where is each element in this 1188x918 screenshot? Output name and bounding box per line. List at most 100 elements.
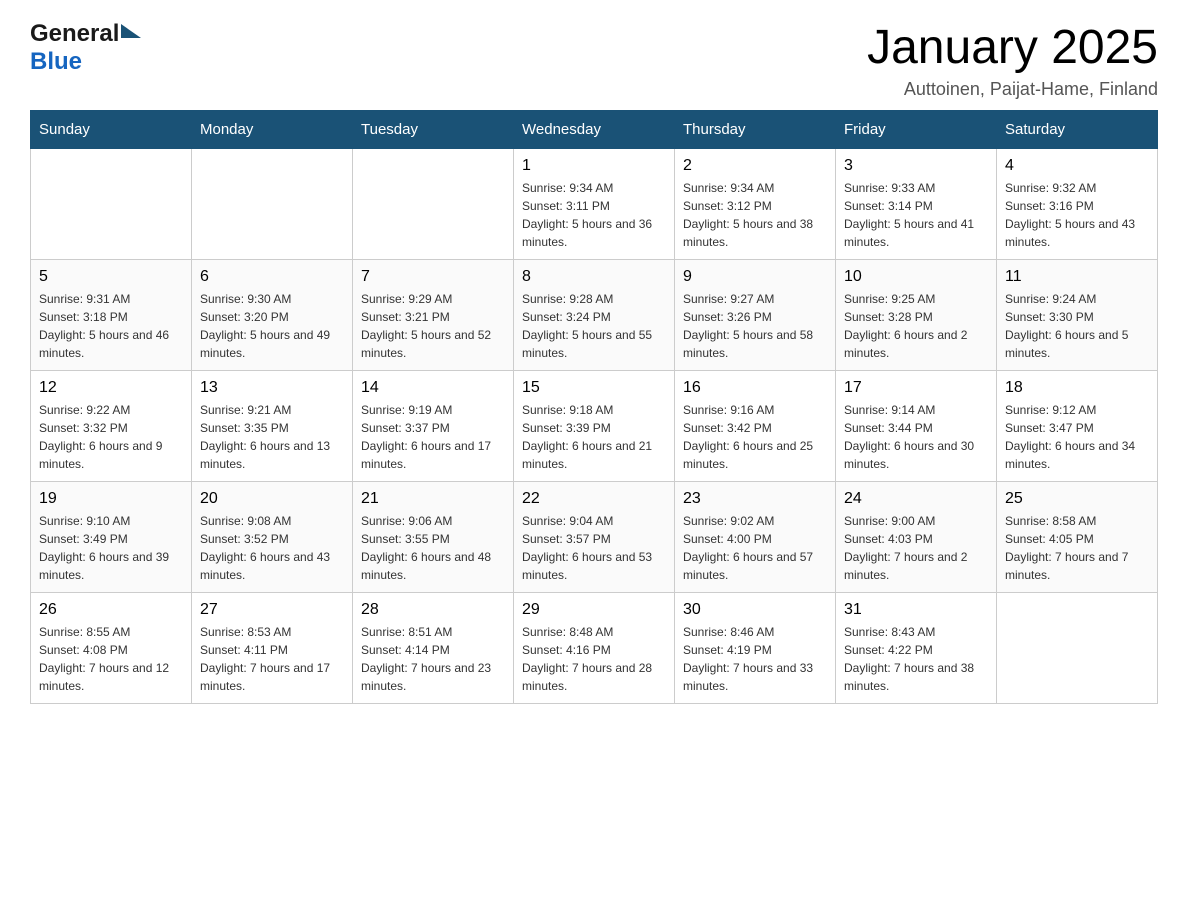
day-number: 28: [361, 601, 505, 619]
day-number: 2: [683, 157, 827, 175]
day-info: Sunrise: 8:53 AMSunset: 4:11 PMDaylight:…: [200, 623, 344, 695]
calendar-cell: 23 Sunrise: 9:02 AMSunset: 4:00 PMDayligh…: [675, 482, 836, 593]
calendar-subtitle: Auttoinen, Paijat-Hame, Finland: [867, 79, 1158, 100]
calendar-cell: 21 Sunrise: 9:06 AMSunset: 3:55 PMDayligh…: [353, 482, 514, 593]
calendar-week-row: 19 Sunrise: 9:10 AMSunset: 3:49 PMDayligh…: [31, 482, 1158, 593]
day-number: 24: [844, 490, 988, 508]
day-info: Sunrise: 9:34 AMSunset: 3:11 PMDaylight:…: [522, 179, 666, 251]
day-number: 9: [683, 268, 827, 286]
calendar-cell: 24 Sunrise: 9:00 AMSunset: 4:03 PMDayligh…: [836, 482, 997, 593]
logo-triangle-icon: [121, 24, 141, 38]
calendar-cell: 18 Sunrise: 9:12 AMSunset: 3:47 PMDayligh…: [997, 371, 1158, 482]
day-info: Sunrise: 9:31 AMSunset: 3:18 PMDaylight:…: [39, 290, 183, 362]
day-info: Sunrise: 9:06 AMSunset: 3:55 PMDaylight:…: [361, 512, 505, 584]
day-number: 5: [39, 268, 183, 286]
calendar-week-row: 1 Sunrise: 9:34 AMSunset: 3:11 PMDaylight…: [31, 149, 1158, 260]
day-info: Sunrise: 9:16 AMSunset: 3:42 PMDaylight:…: [683, 401, 827, 473]
header-monday: Monday: [192, 111, 353, 149]
calendar-cell: 12Sunrise: 9:22 AMSunset: 3:32 PMDayligh…: [31, 371, 192, 482]
day-info: Sunrise: 8:55 AMSunset: 4:08 PMDaylight:…: [39, 623, 183, 695]
day-info: Sunrise: 8:51 AMSunset: 4:14 PMDaylight:…: [361, 623, 505, 695]
day-number: 21: [361, 490, 505, 508]
calendar-week-row: 12Sunrise: 9:22 AMSunset: 3:32 PMDayligh…: [31, 371, 1158, 482]
day-number: 1: [522, 157, 666, 175]
day-number: 20: [200, 490, 344, 508]
day-number: 10: [844, 268, 988, 286]
day-info: Sunrise: 9:27 AMSunset: 3:26 PMDaylight:…: [683, 290, 827, 362]
logo-blue-text: Blue: [30, 48, 82, 76]
calendar-cell: [31, 149, 192, 260]
day-info: Sunrise: 9:34 AMSunset: 3:12 PMDaylight:…: [683, 179, 827, 251]
day-number: 12: [39, 379, 183, 397]
calendar-cell: 16 Sunrise: 9:16 AMSunset: 3:42 PMDayligh…: [675, 371, 836, 482]
calendar-cell: 20 Sunrise: 9:08 AMSunset: 3:52 PMDayligh…: [192, 482, 353, 593]
calendar-title: January 2025: [867, 20, 1158, 75]
day-number: 22: [522, 490, 666, 508]
day-number: 16: [683, 379, 827, 397]
header-tuesday: Tuesday: [353, 111, 514, 149]
day-number: 15: [522, 379, 666, 397]
day-number: 14: [361, 379, 505, 397]
day-number: 11: [1005, 268, 1149, 286]
day-number: 29: [522, 601, 666, 619]
day-number: 3: [844, 157, 988, 175]
page-header: General Blue January 2025 Auttoinen, Pai…: [30, 20, 1158, 100]
calendar-cell: 19 Sunrise: 9:10 AMSunset: 3:49 PMDayligh…: [31, 482, 192, 593]
day-info: Sunrise: 9:25 AMSunset: 3:28 PMDaylight:…: [844, 290, 988, 362]
day-number: 13: [200, 379, 344, 397]
calendar-week-row: 26 Sunrise: 8:55 AMSunset: 4:08 PMDayligh…: [31, 593, 1158, 704]
day-info: Sunrise: 9:19 AMSunset: 3:37 PMDaylight:…: [361, 401, 505, 473]
calendar-week-row: 5 Sunrise: 9:31 AMSunset: 3:18 PMDaylight…: [31, 260, 1158, 371]
day-info: Sunrise: 8:43 AMSunset: 4:22 PMDaylight:…: [844, 623, 988, 695]
calendar-cell: [353, 149, 514, 260]
day-info: Sunrise: 9:00 AMSunset: 4:03 PMDaylight:…: [844, 512, 988, 584]
calendar-cell: [997, 593, 1158, 704]
day-number: 30: [683, 601, 827, 619]
day-info: Sunrise: 9:21 AMSunset: 3:35 PMDaylight:…: [200, 401, 344, 473]
day-info: Sunrise: 9:08 AMSunset: 3:52 PMDaylight:…: [200, 512, 344, 584]
day-number: 7: [361, 268, 505, 286]
calendar-cell: 15Sunrise: 9:18 AMSunset: 3:39 PMDayligh…: [514, 371, 675, 482]
day-number: 23: [683, 490, 827, 508]
day-number: 4: [1005, 157, 1149, 175]
calendar-cell: 30Sunrise: 8:46 AMSunset: 4:19 PMDayligh…: [675, 593, 836, 704]
day-number: 6: [200, 268, 344, 286]
calendar-cell: 14 Sunrise: 9:19 AMSunset: 3:37 PMDayligh…: [353, 371, 514, 482]
calendar-cell: 22 Sunrise: 9:04 AMSunset: 3:57 PMDayligh…: [514, 482, 675, 593]
calendar-cell: 3 Sunrise: 9:33 AMSunset: 3:14 PMDaylight…: [836, 149, 997, 260]
day-info: Sunrise: 9:12 AMSunset: 3:47 PMDaylight:…: [1005, 401, 1149, 473]
calendar-cell: 8 Sunrise: 9:28 AMSunset: 3:24 PMDaylight…: [514, 260, 675, 371]
day-info: Sunrise: 9:04 AMSunset: 3:57 PMDaylight:…: [522, 512, 666, 584]
calendar-cell: 17Sunrise: 9:14 AMSunset: 3:44 PMDayligh…: [836, 371, 997, 482]
calendar-cell: 25Sunrise: 8:58 AMSunset: 4:05 PMDayligh…: [997, 482, 1158, 593]
day-number: 8: [522, 268, 666, 286]
day-number: 27: [200, 601, 344, 619]
header-sunday: Sunday: [31, 111, 192, 149]
day-info: Sunrise: 9:28 AMSunset: 3:24 PMDaylight:…: [522, 290, 666, 362]
day-number: 17: [844, 379, 988, 397]
header-saturday: Saturday: [997, 111, 1158, 149]
calendar-cell: 7Sunrise: 9:29 AMSunset: 3:21 PMDaylight…: [353, 260, 514, 371]
calendar-cell: 31Sunrise: 8:43 AMSunset: 4:22 PMDayligh…: [836, 593, 997, 704]
logo-general-text: General: [30, 20, 119, 48]
title-block: January 2025 Auttoinen, Paijat-Hame, Fin…: [867, 20, 1158, 100]
calendar-cell: 26 Sunrise: 8:55 AMSunset: 4:08 PMDayligh…: [31, 593, 192, 704]
day-number: 26: [39, 601, 183, 619]
calendar-cell: 2 Sunrise: 9:34 AMSunset: 3:12 PMDaylight…: [675, 149, 836, 260]
day-info: Sunrise: 9:33 AMSunset: 3:14 PMDaylight:…: [844, 179, 988, 251]
calendar-table: SundayMondayTuesdayWednesdayThursdayFrid…: [30, 110, 1158, 704]
header-wednesday: Wednesday: [514, 111, 675, 149]
day-info: Sunrise: 9:10 AMSunset: 3:49 PMDaylight:…: [39, 512, 183, 584]
day-info: Sunrise: 8:58 AMSunset: 4:05 PMDaylight:…: [1005, 512, 1149, 584]
calendar-cell: 29Sunrise: 8:48 AMSunset: 4:16 PMDayligh…: [514, 593, 675, 704]
day-info: Sunrise: 9:32 AMSunset: 3:16 PMDaylight:…: [1005, 179, 1149, 251]
day-number: 18: [1005, 379, 1149, 397]
logo: General Blue: [30, 20, 141, 76]
calendar-cell: 1 Sunrise: 9:34 AMSunset: 3:11 PMDaylight…: [514, 149, 675, 260]
header-thursday: Thursday: [675, 111, 836, 149]
calendar-cell: 4 Sunrise: 9:32 AMSunset: 3:16 PMDaylight…: [997, 149, 1158, 260]
day-info: Sunrise: 9:02 AMSunset: 4:00 PMDaylight:…: [683, 512, 827, 584]
day-info: Sunrise: 9:30 AMSunset: 3:20 PMDaylight:…: [200, 290, 344, 362]
calendar-cell: 5 Sunrise: 9:31 AMSunset: 3:18 PMDaylight…: [31, 260, 192, 371]
day-number: 19: [39, 490, 183, 508]
